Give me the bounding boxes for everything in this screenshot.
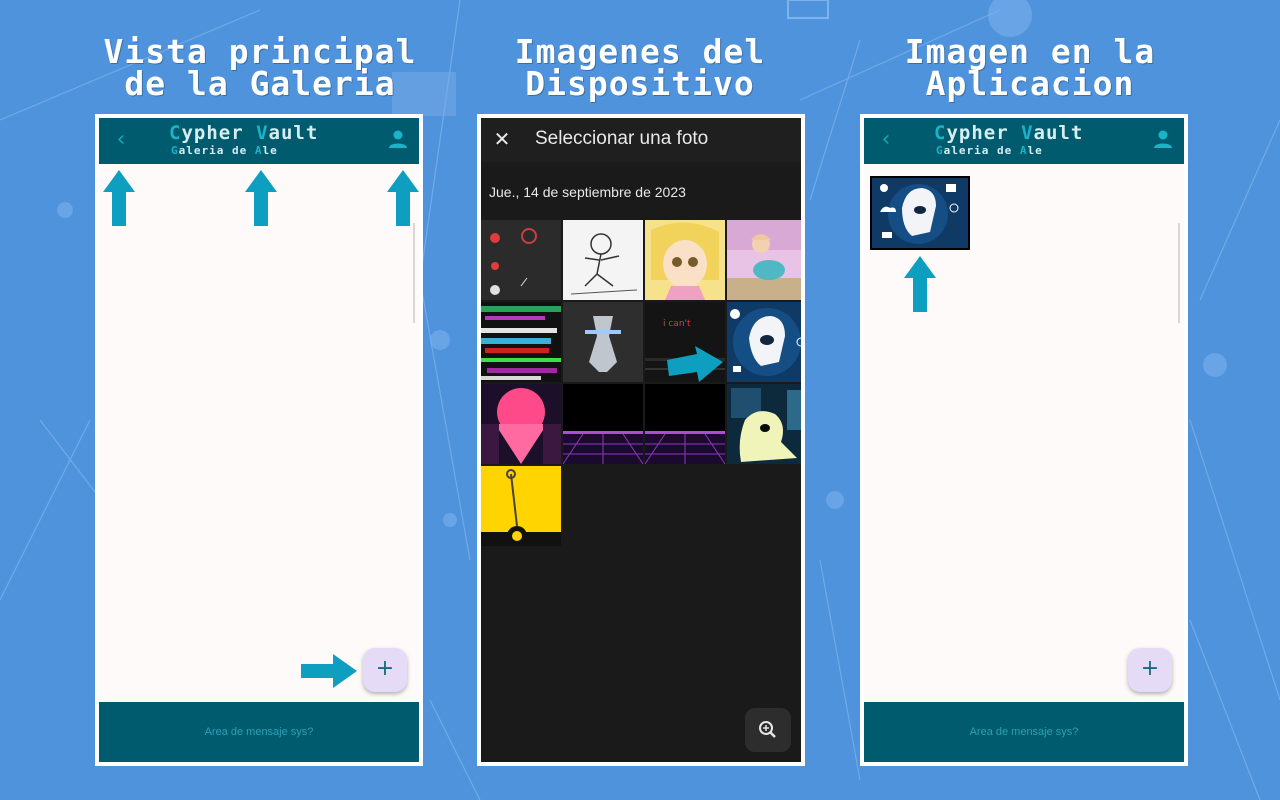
scrollbar[interactable] (413, 223, 415, 323)
photo-thumb[interactable] (563, 220, 643, 300)
back-icon[interactable]: ‹ (872, 126, 900, 154)
heading-line: Aplicacion (925, 64, 1135, 103)
picker-toolbar: ✕ Seleccionar una foto (481, 118, 801, 162)
photo-thumb[interactable] (481, 302, 561, 382)
photo-thumb[interactable] (727, 384, 801, 464)
arrow-up-icon (387, 170, 419, 226)
gallery-screen: ‹ Cypher Vault Galeria de Ale + Area de … (99, 118, 419, 762)
photo-thumb[interactable] (563, 384, 643, 464)
phone-app-image: ‹ Cypher Vault Galeria de Ale + Area de … (860, 114, 1188, 766)
arrow-up-icon (904, 256, 936, 312)
message-area: Area de mensaje sys? (864, 702, 1184, 762)
user-icon[interactable] (1152, 128, 1174, 150)
app-subtitle: Galeria de Ale (936, 144, 1043, 157)
photo-grid: i can't (481, 220, 801, 546)
back-icon[interactable]: ‹ (107, 126, 135, 154)
picker-title: Seleccionar una foto (535, 128, 709, 149)
phone-device-picker: ✕ Seleccionar una foto Jue., 14 de septi… (477, 114, 805, 766)
arrow-right-icon (301, 654, 357, 688)
photo-thumb[interactable] (645, 220, 725, 300)
heading-gallery-main: Vista principal de la Galeria (50, 35, 470, 103)
gallery-image[interactable] (870, 176, 970, 250)
thumb-caption: i can't (663, 319, 691, 329)
scrollbar[interactable] (1178, 223, 1180, 323)
photo-picker: ✕ Seleccionar una foto Jue., 14 de septi… (481, 118, 801, 762)
phone-gallery-main: ‹ Cypher Vault Galeria de Ale + Area de … (95, 114, 423, 766)
photo-thumb[interactable] (481, 466, 561, 546)
photo-thumb[interactable] (481, 384, 561, 464)
message-area-text: Area de mensaje sys? (969, 726, 1079, 738)
gallery-screen: ‹ Cypher Vault Galeria de Ale + Area de … (864, 118, 1184, 762)
close-icon[interactable]: ✕ (491, 124, 513, 154)
photo-thumb[interactable] (563, 302, 643, 382)
app-subtitle: Galeria de Ale (171, 144, 278, 157)
heading-app-image: Imagen en la Aplicacion (820, 35, 1240, 103)
app-header: ‹ Cypher Vault Galeria de Ale (99, 118, 419, 164)
arrow-up-icon (245, 170, 277, 226)
zoom-button[interactable] (745, 708, 791, 752)
heading-line: Dispositivo (525, 64, 755, 103)
add-button[interactable]: + (1128, 648, 1172, 692)
add-button[interactable]: + (363, 648, 407, 692)
message-area: Area de mensaje sys? (99, 702, 419, 762)
heading-line: de la Galeria (124, 64, 396, 103)
date-label: Jue., 14 de septiembre de 2023 (489, 184, 686, 200)
app-title: Cypher Vault (169, 122, 319, 144)
app-title: Cypher Vault (934, 122, 1084, 144)
user-icon[interactable] (387, 128, 409, 150)
photo-thumb[interactable] (481, 220, 561, 300)
photo-thumb[interactable] (727, 302, 801, 382)
arrow-up-icon (103, 170, 135, 226)
photo-thumb[interactable] (727, 220, 801, 300)
message-area-text: Area de mensaje sys? (204, 726, 314, 738)
zoom-icon (759, 721, 776, 738)
app-header: ‹ Cypher Vault Galeria de Ale (864, 118, 1184, 164)
photo-thumb[interactable] (645, 384, 725, 464)
arrow-right-icon (667, 346, 723, 382)
heading-device-images: Imagenes del Dispositivo (430, 35, 850, 103)
